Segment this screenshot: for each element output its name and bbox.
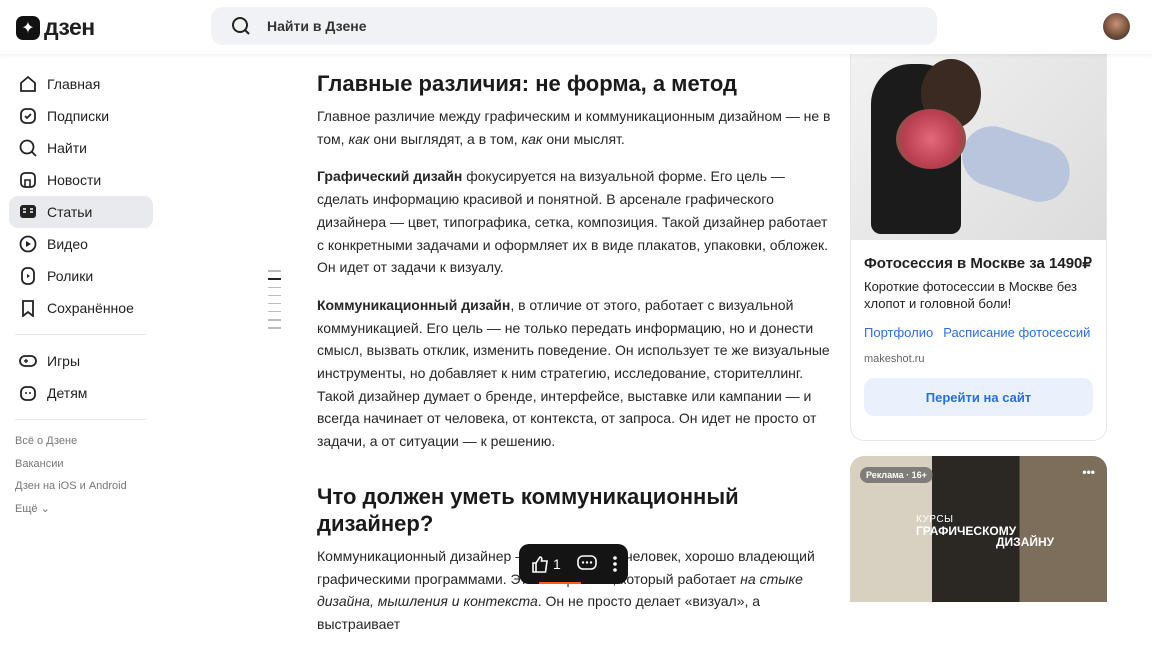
sidebar-item-home[interactable]: Главная — [9, 68, 153, 100]
footer-link-jobs[interactable]: Вакансии — [15, 453, 160, 476]
chevron-down-icon: ⌄ — [40, 502, 50, 515]
avatar[interactable] — [1103, 13, 1130, 40]
subscriptions-icon — [20, 108, 36, 124]
sidebar-item-video[interactable]: Видео — [9, 228, 153, 260]
read-progress-bar — [539, 582, 581, 584]
label: Сохранённое — [47, 300, 134, 316]
kids-icon — [20, 386, 36, 401]
games-icon — [19, 355, 37, 367]
more-horizontal-icon[interactable]: ••• — [1082, 465, 1095, 479]
section-heading: Главные различия: не форма, а метод — [317, 71, 737, 96]
toc-mark[interactable] — [268, 327, 281, 329]
shorts-icon — [21, 267, 35, 285]
paragraph: Графический дизайн фокусируется на визуа… — [317, 168, 829, 276]
toc-mark-active[interactable] — [268, 278, 281, 281]
toc-mark[interactable] — [268, 270, 281, 272]
articles-icon — [20, 205, 36, 218]
search-icon — [232, 17, 250, 35]
sidebar-item-news[interactable]: Новости — [9, 164, 153, 196]
label: Детям — [47, 385, 88, 401]
like-count: 1 — [553, 556, 561, 572]
sidebar-item-search[interactable]: Найти — [9, 132, 153, 164]
divider — [15, 419, 146, 420]
sidebar-item-shorts[interactable]: Ролики — [9, 260, 153, 292]
search-placeholder: Найти в Дзене — [267, 18, 367, 34]
more-label: Ещё — [15, 502, 38, 515]
toc-mark[interactable] — [268, 310, 281, 313]
ad-card-photoshoot[interactable]: Фотосессия в Москве за 1490₽ Короткие фо… — [850, 54, 1107, 441]
footer-more[interactable]: Ещё ⌄ — [15, 498, 160, 521]
sidebar-item-games[interactable]: Игры — [9, 345, 153, 377]
search-input[interactable]: Найти в Дзене — [211, 7, 937, 45]
search-icon — [19, 139, 37, 157]
video-icon — [19, 235, 37, 253]
ad-image — [851, 54, 1106, 240]
label: Видео — [47, 236, 88, 252]
section-heading: Что должен уметь коммуникационный дизайн… — [317, 483, 739, 536]
paragraph: Коммуникационный дизайн, в отличие от эт… — [317, 296, 830, 450]
ad-link-portfolio[interactable]: Портфолио — [864, 325, 933, 340]
comment-icon[interactable] — [576, 555, 597, 573]
ad-description: Короткие фотосессии в Москве без хлопот … — [864, 279, 1077, 311]
header: ✦ дзен Найти в Дзене — [0, 0, 1152, 54]
ad-text: ДИЗАЙНУ — [996, 535, 1055, 549]
home-icon — [20, 75, 36, 92]
label: Новости — [47, 172, 102, 188]
logo[interactable]: ✦ дзен — [16, 14, 95, 41]
sidebar-item-kids[interactable]: Детям — [9, 377, 153, 409]
more-vertical-icon[interactable] — [612, 556, 617, 572]
toc-mark[interactable] — [268, 302, 281, 305]
sidebar-item-subscriptions[interactable]: Подписки — [9, 100, 153, 132]
zen-star-icon: ✦ — [16, 15, 40, 40]
sidebar-item-articles[interactable]: Статьи — [9, 196, 153, 228]
news-icon — [20, 172, 36, 188]
ad-title[interactable]: Фотосессия в Москве за 1490₽ — [864, 254, 1093, 273]
toc-mark[interactable] — [268, 319, 281, 321]
bookmark-icon — [22, 300, 34, 317]
footer-link-apps[interactable]: Дзен на iOS и Android — [15, 475, 160, 498]
label: Ролики — [47, 268, 94, 284]
article-action-bar: 1 — [519, 544, 628, 584]
label: Главная — [47, 76, 101, 92]
go-to-site-button[interactable]: Перейти на сайт — [864, 378, 1093, 416]
divider — [15, 334, 146, 335]
ad-card-design-courses[interactable]: Реклама · 16+ ••• КУРСЫ ГРАФИЧЕСКОМУ ДИЗ… — [850, 456, 1107, 602]
ad-link-schedule[interactable]: Расписание фотосессий — [943, 325, 1090, 340]
label: Подписки — [47, 108, 110, 124]
table-of-contents-indicator[interactable] — [268, 270, 281, 335]
sidebar-item-saved[interactable]: Сохранённое — [9, 292, 153, 324]
label: Игры — [47, 353, 81, 369]
footer-link-about[interactable]: Всё о Дзене — [15, 430, 160, 453]
label: Статьи — [47, 204, 93, 220]
sidebar: Главная Подписки Найти Новости Статьи Ви… — [0, 54, 160, 520]
toc-mark[interactable] — [268, 286, 281, 289]
toc-mark[interactable] — [268, 294, 281, 297]
label: Найти — [47, 140, 87, 156]
ad-label: Реклама · 16+ — [860, 467, 933, 483]
logo-text: дзен — [44, 14, 95, 40]
ad-domain: makeshot.ru — [864, 353, 925, 365]
paragraph: Главное различие между графическим и ком… — [317, 108, 831, 147]
like-icon[interactable] — [531, 555, 549, 573]
